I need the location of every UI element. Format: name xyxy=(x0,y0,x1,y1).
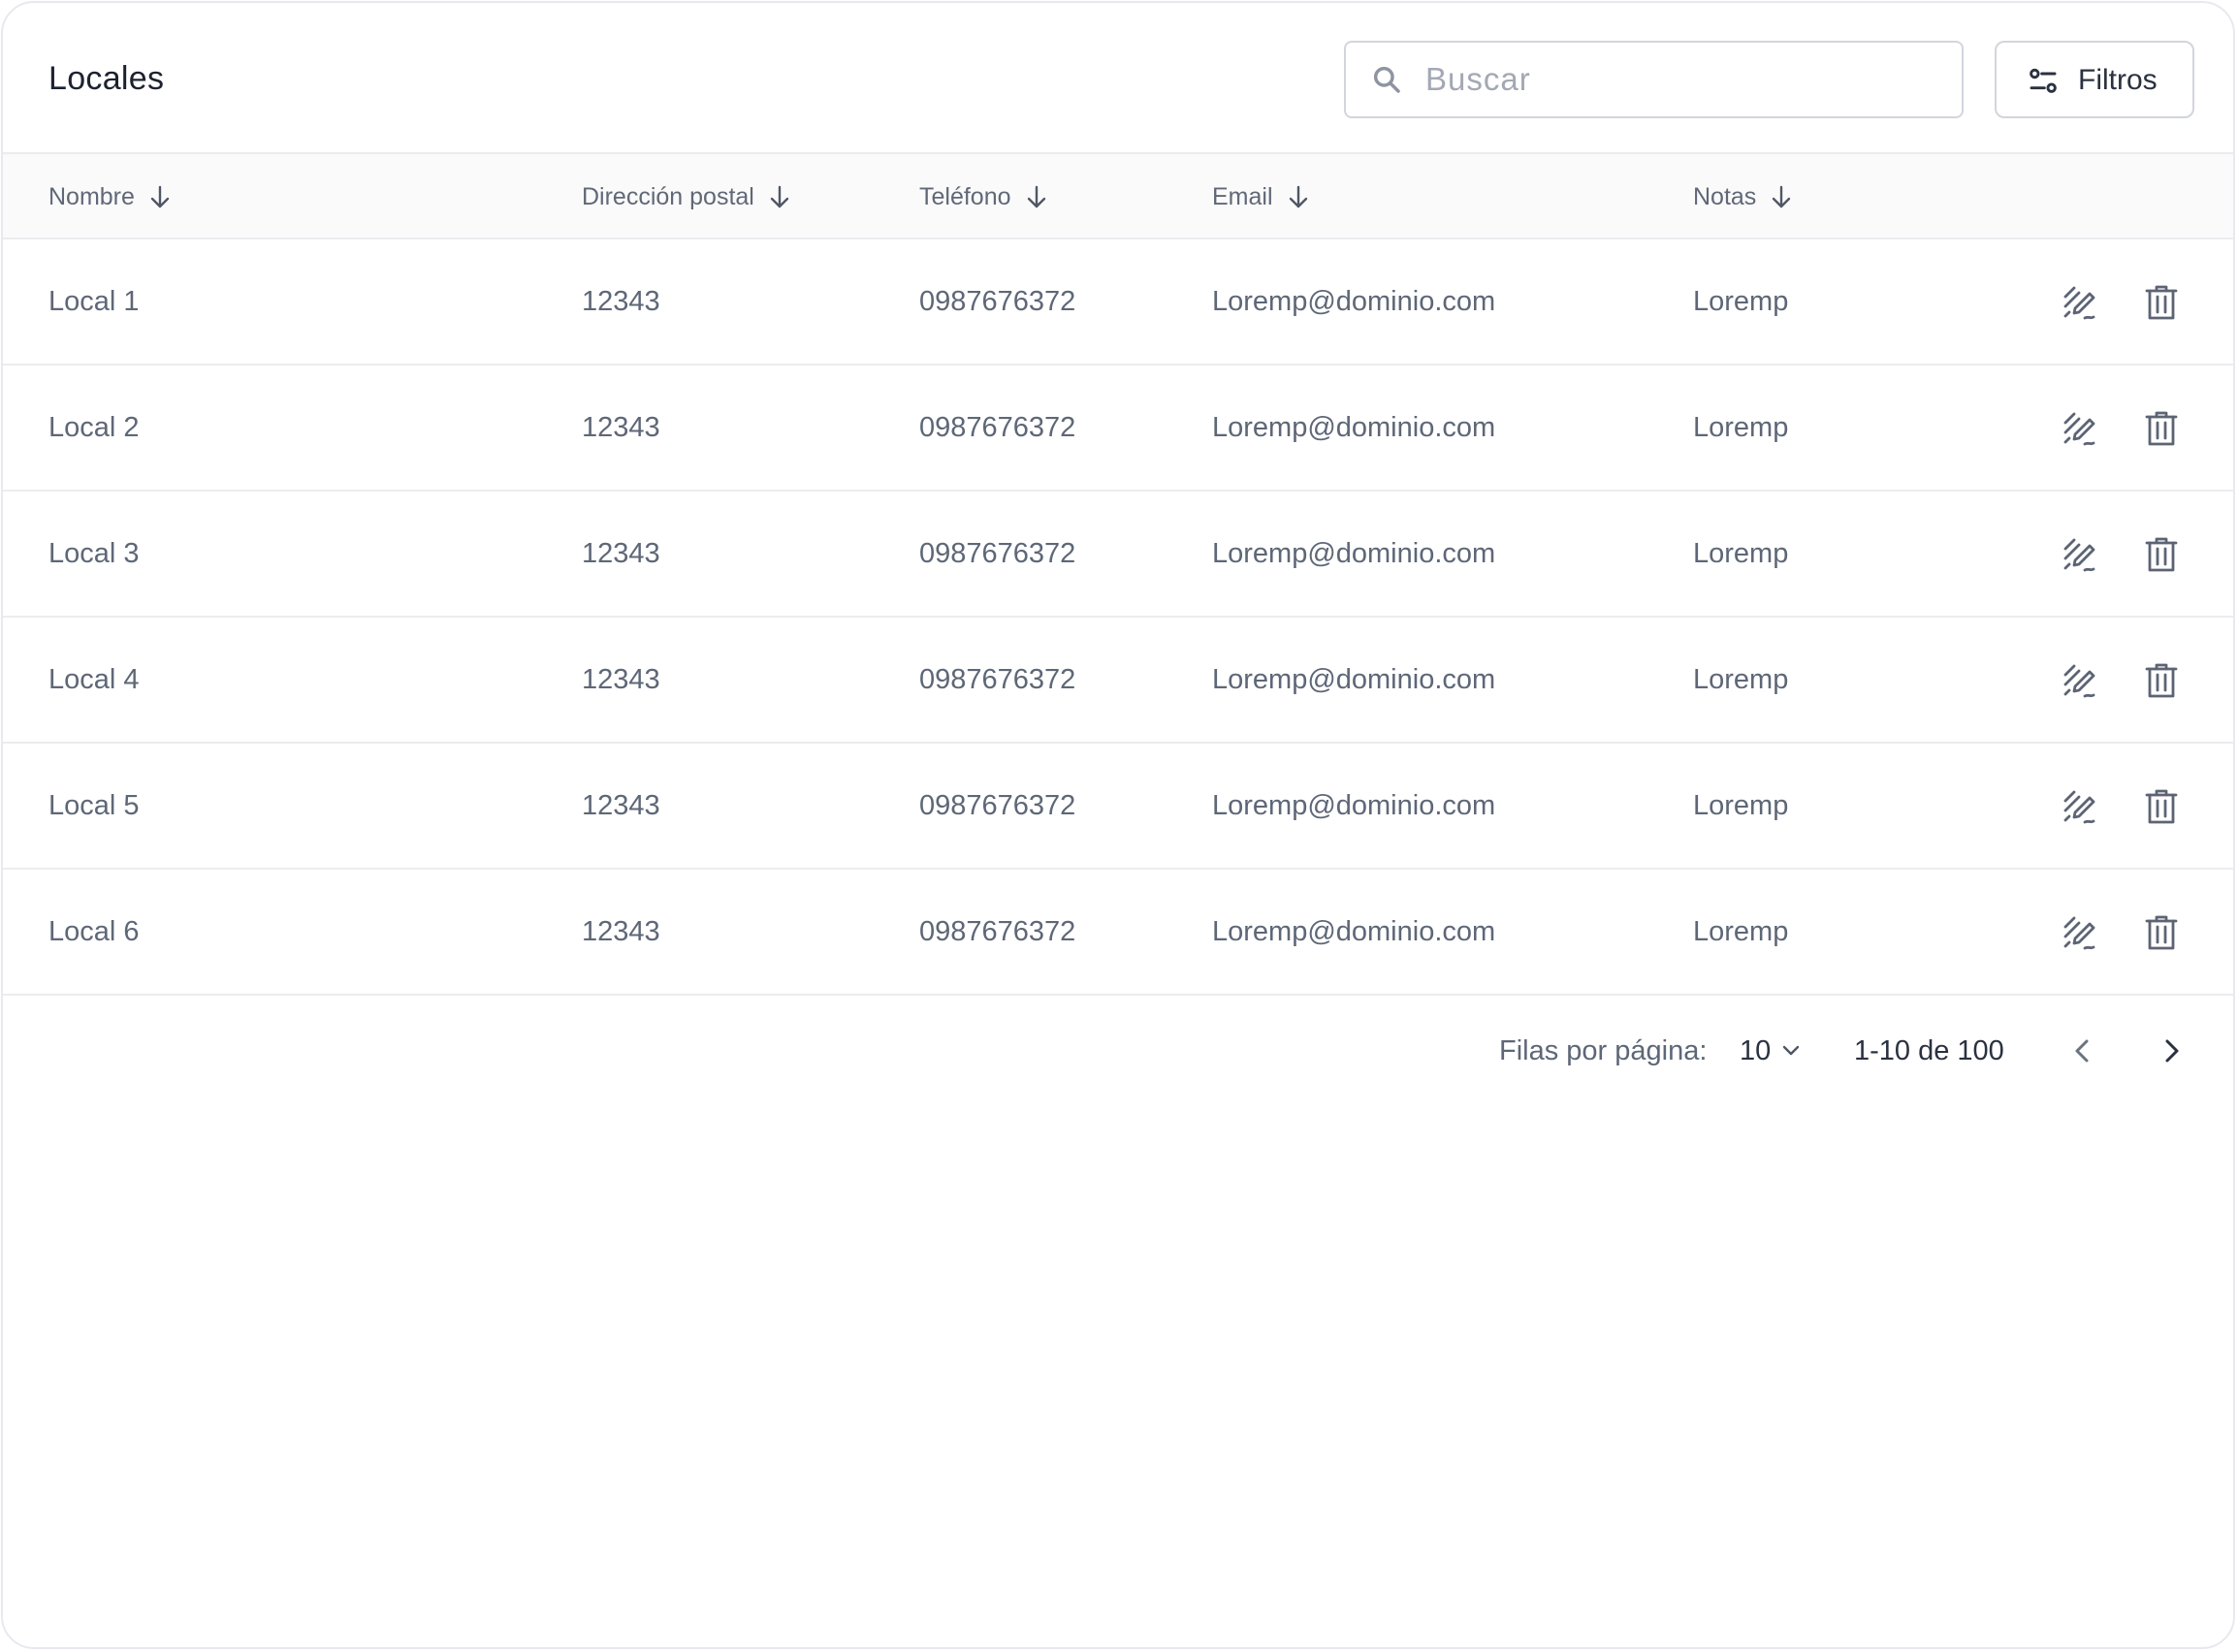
trash-icon[interactable] xyxy=(2142,535,2181,574)
cell-telefono: 0987676372 xyxy=(919,286,1076,317)
cell-direccion: 12343 xyxy=(582,412,660,443)
cell-telefono: 0987676372 xyxy=(919,412,1076,443)
edit-icon[interactable] xyxy=(2062,283,2100,322)
column-header-nombre[interactable]: Nombre xyxy=(48,179,172,214)
cell-nombre: Local 2 xyxy=(48,412,140,443)
column-header-label: Teléfono xyxy=(919,183,1011,210)
filters-button[interactable]: Filtros xyxy=(1995,41,2194,118)
arrow-down-icon xyxy=(770,185,789,208)
pagination-range: 1-10 de 100 xyxy=(1854,1035,2004,1066)
cell-telefono: 0987676372 xyxy=(919,790,1076,821)
cell-nombre: Local 5 xyxy=(48,790,140,821)
chevron-right-icon[interactable] xyxy=(2154,1033,2189,1068)
cell-email: Loremp@dominio.com xyxy=(1212,286,1496,317)
column-header-label: Notas xyxy=(1693,183,1757,210)
cell-direccion: 12343 xyxy=(582,790,660,821)
cell-email: Loremp@dominio.com xyxy=(1212,538,1496,569)
arrow-down-icon xyxy=(1773,185,1791,208)
cell-email: Loremp@dominio.com xyxy=(1212,412,1496,443)
search-icon xyxy=(1373,66,1400,93)
cell-direccion: 12343 xyxy=(582,664,660,695)
rows-per-page-select[interactable]: 10 xyxy=(1740,1032,1802,1070)
cell-email: Loremp@dominio.com xyxy=(1212,916,1496,947)
trash-icon[interactable] xyxy=(2142,283,2181,322)
cell-direccion: 12343 xyxy=(582,286,660,317)
cell-notas: Loremp xyxy=(1693,286,1789,317)
cell-email: Loremp@dominio.com xyxy=(1212,790,1496,821)
trash-icon[interactable] xyxy=(2142,661,2181,700)
rows-per-page-label: Filas por página: xyxy=(1499,1035,1708,1066)
cell-notas: Loremp xyxy=(1693,916,1789,947)
edit-icon[interactable] xyxy=(2062,661,2100,700)
table-row[interactable]: Local 1 12343 0987676372 Loremp@dominio.… xyxy=(3,239,2233,365)
column-header-label: Email xyxy=(1212,183,1273,210)
page-title: Locales xyxy=(48,60,165,97)
table-row[interactable]: Local 6 12343 0987676372 Loremp@dominio.… xyxy=(3,870,2233,996)
column-header-label: Dirección postal xyxy=(582,183,754,210)
chevron-down-icon xyxy=(1783,1045,1800,1056)
filters-button-label: Filtros xyxy=(2078,64,2158,96)
cell-direccion: 12343 xyxy=(582,538,660,569)
cell-notas: Loremp xyxy=(1693,790,1789,821)
table-row[interactable]: Local 5 12343 0987676372 Loremp@dominio.… xyxy=(3,744,2233,870)
table-row[interactable]: Local 4 12343 0987676372 Loremp@dominio.… xyxy=(3,618,2233,744)
rows-per-page-value: 10 xyxy=(1740,1034,1772,1066)
trash-icon[interactable] xyxy=(2142,409,2181,448)
cell-nombre: Local 6 xyxy=(48,916,140,947)
arrow-down-icon xyxy=(1027,185,1045,208)
chevron-left-icon[interactable] xyxy=(2065,1033,2100,1068)
search-input[interactable] xyxy=(1423,54,1937,105)
card-header: Locales Filtros xyxy=(3,3,2233,154)
column-header-telefono[interactable]: Teléfono xyxy=(919,179,1048,214)
trash-icon[interactable] xyxy=(2142,787,2181,826)
edit-icon[interactable] xyxy=(2062,913,2100,952)
cell-notas: Loremp xyxy=(1693,664,1789,695)
cell-nombre: Local 4 xyxy=(48,664,140,695)
cell-direccion: 12343 xyxy=(582,916,660,947)
column-header-direccion[interactable]: Dirección postal xyxy=(582,179,791,214)
cell-telefono: 0987676372 xyxy=(919,664,1076,695)
locales-card: Locales Filtros Nombre Dirección postal xyxy=(1,1,2235,1649)
column-header-label: Nombre xyxy=(48,183,135,210)
cell-notas: Loremp xyxy=(1693,412,1789,443)
table-row[interactable]: Local 2 12343 0987676372 Loremp@dominio.… xyxy=(3,365,2233,492)
trash-icon[interactable] xyxy=(2142,913,2181,952)
cell-nombre: Local 3 xyxy=(48,538,140,569)
cell-nombre: Local 1 xyxy=(48,286,140,317)
cell-notas: Loremp xyxy=(1693,538,1789,569)
arrow-down-icon xyxy=(150,185,170,208)
column-header-notas[interactable]: Notas xyxy=(1693,179,1793,214)
table-row[interactable]: Local 3 12343 0987676372 Loremp@dominio.… xyxy=(3,492,2233,618)
arrow-down-icon xyxy=(1289,185,1307,208)
sliders-icon xyxy=(2030,68,2057,93)
edit-icon[interactable] xyxy=(2062,409,2100,448)
cell-telefono: 0987676372 xyxy=(919,916,1076,947)
cell-telefono: 0987676372 xyxy=(919,538,1076,569)
edit-icon[interactable] xyxy=(2062,535,2100,574)
table-header: Nombre Dirección postal Teléfono Email N… xyxy=(3,154,2233,239)
edit-icon[interactable] xyxy=(2062,787,2100,826)
column-header-email[interactable]: Email xyxy=(1212,179,1310,214)
cell-email: Loremp@dominio.com xyxy=(1212,664,1496,695)
search-box[interactable] xyxy=(1344,41,1964,118)
